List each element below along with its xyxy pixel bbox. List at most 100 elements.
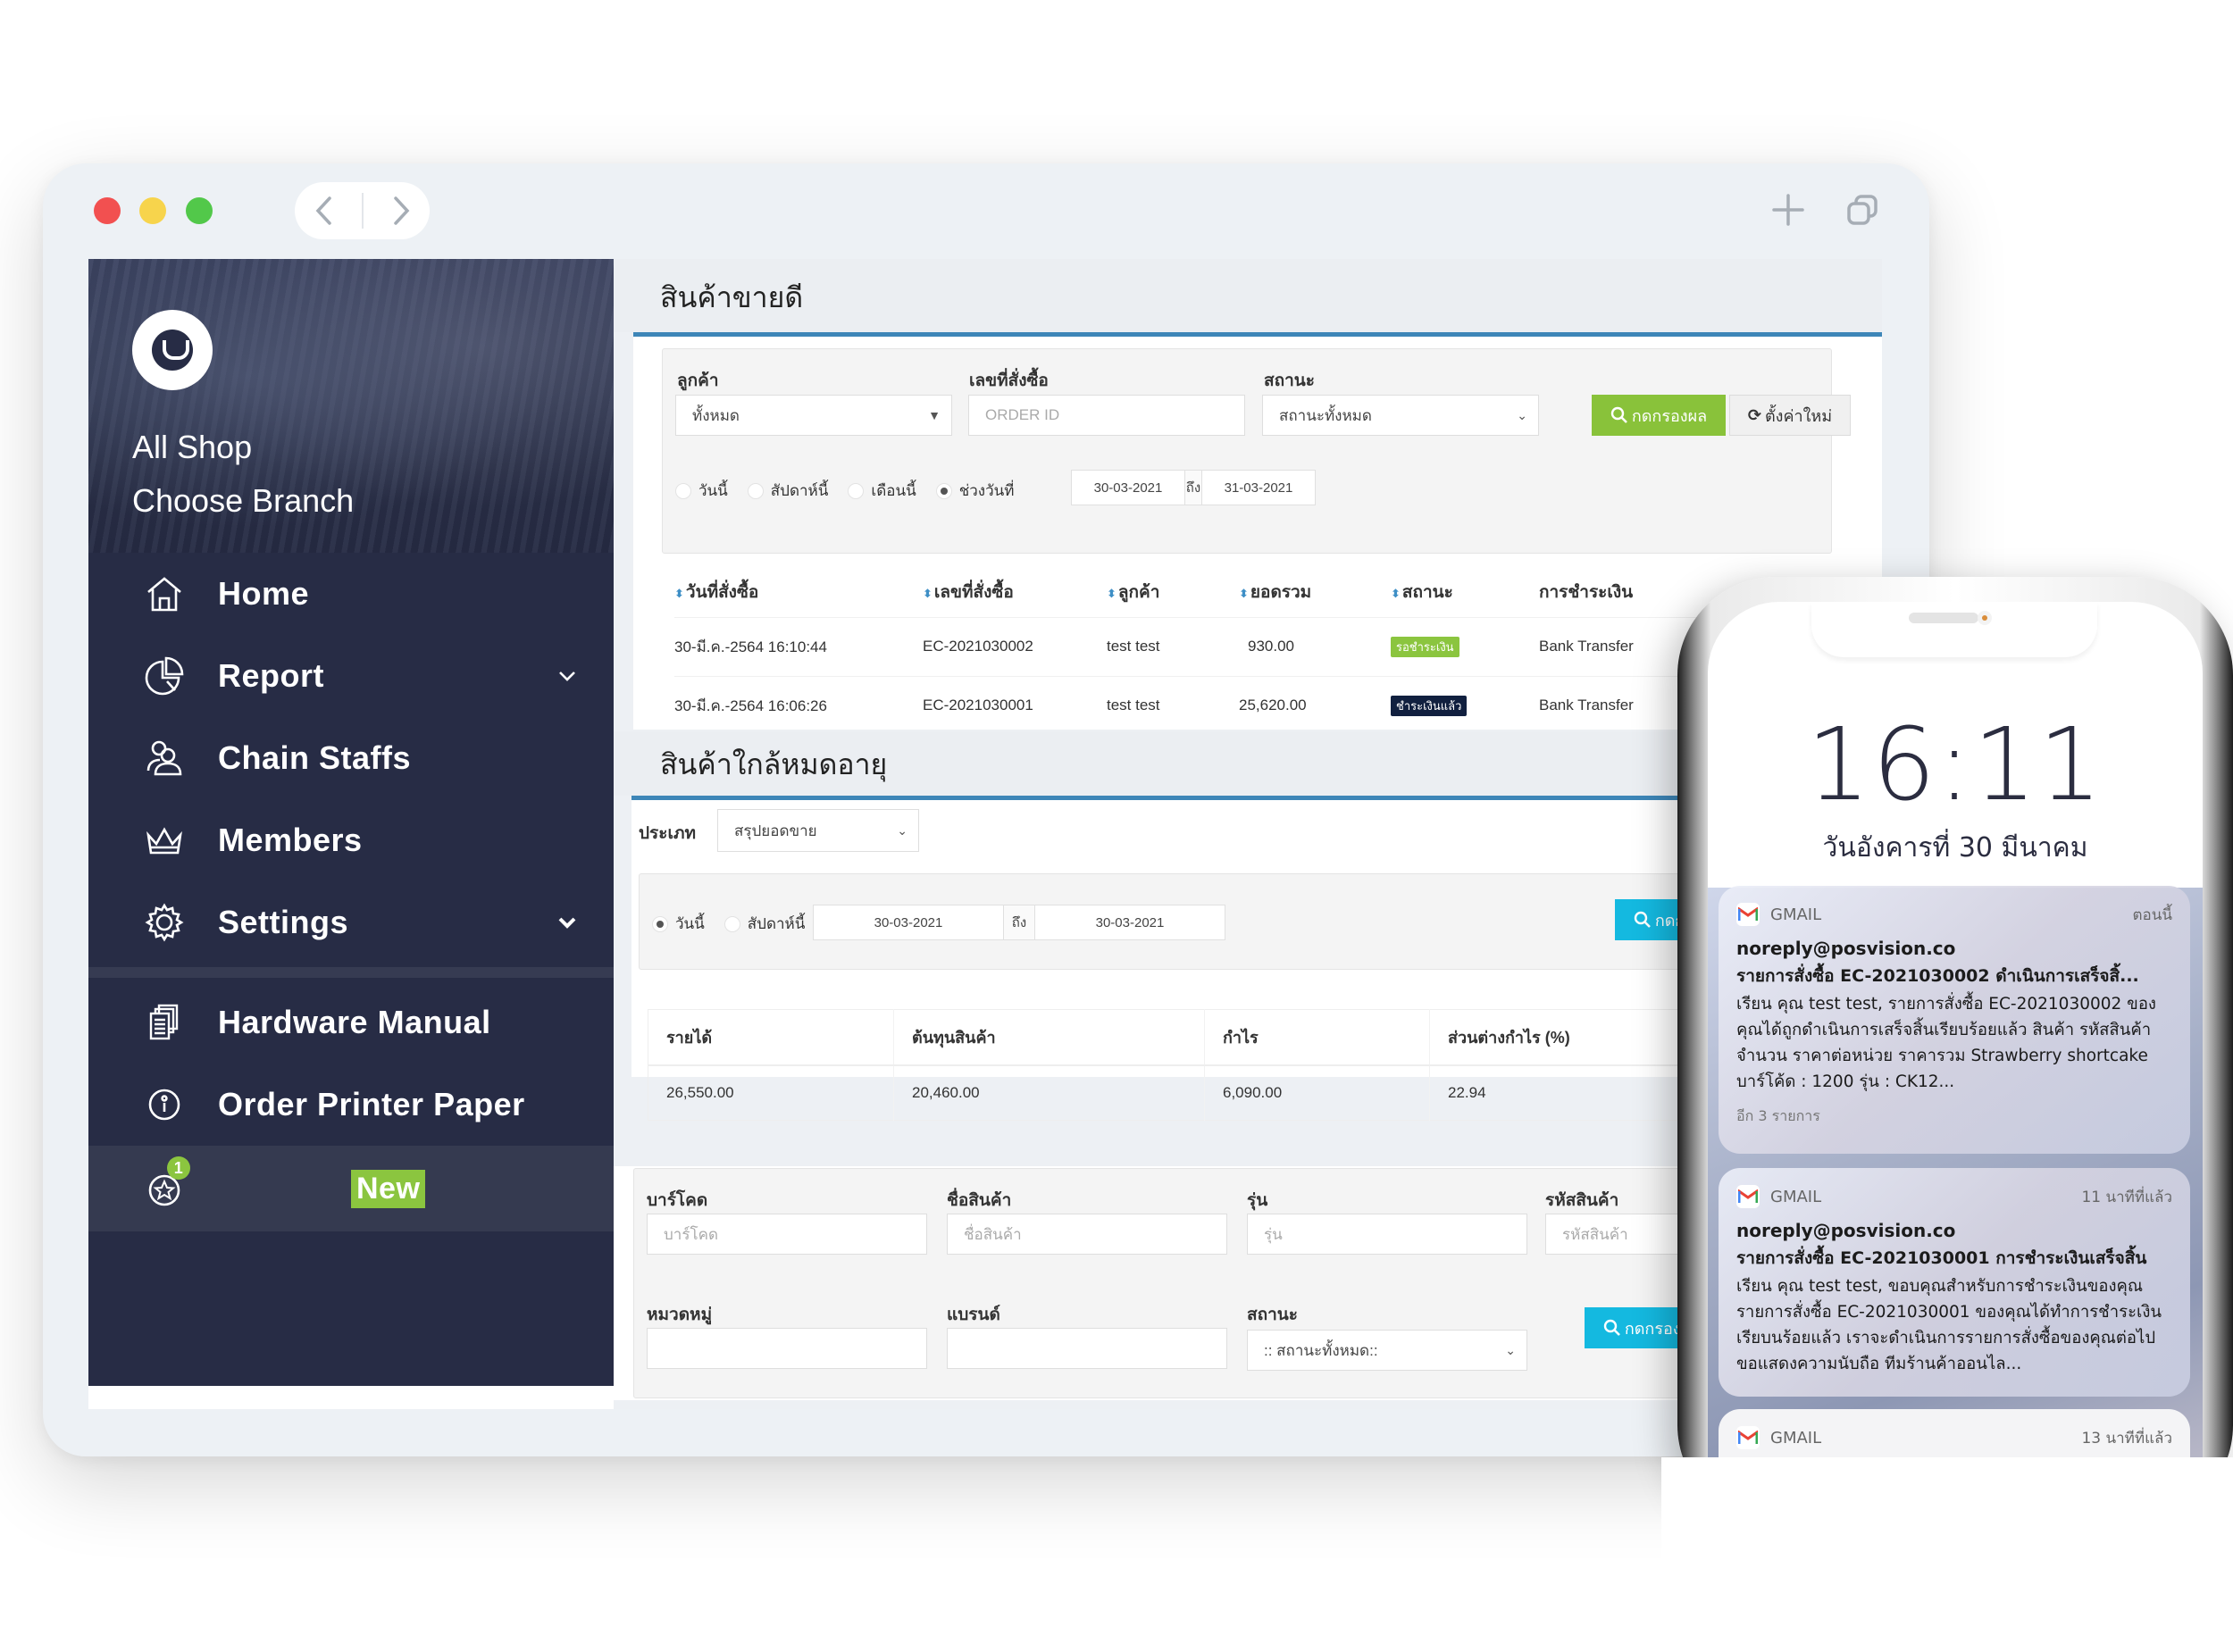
cell-status: รอชำระเงิน — [1391, 616, 1539, 676]
sidebar-item-home[interactable]: Home — [88, 553, 614, 635]
range-option-today[interactable]: วันนี้ — [652, 912, 705, 936]
date-to-label: ถึง — [1003, 905, 1035, 939]
caret-down-icon: ▼ — [928, 408, 941, 422]
radio-selected[interactable] — [652, 915, 668, 932]
copy-icon — [1847, 195, 1878, 225]
product-status-select[interactable]: :: สถานะทั้งหมด:: ⌄ — [1247, 1330, 1527, 1371]
status-select[interactable]: สถานะทั้งหมด ⌄ — [1262, 395, 1539, 436]
reset-button[interactable]: ⟳ ตั้งค่าใหม่ — [1729, 395, 1851, 436]
status-label: สถานะ — [1264, 371, 1315, 390]
range-option-custom[interactable]: ช่วงวันที่ — [935, 479, 1014, 503]
date-from-input[interactable]: 30-03-2021 — [1072, 471, 1184, 505]
radio-selected[interactable] — [935, 482, 952, 499]
sidebar-item-order-printer-paper[interactable]: Order Printer Paper — [88, 1064, 614, 1146]
notification-subject: รายการสั่งซื้อ EC-2021030002 ดำเนินการเส… — [1736, 966, 2139, 986]
radio[interactable] — [848, 482, 865, 499]
notification-body: เรียน คุณ test test, รายการสั่งซื้อ EC-2… — [1736, 995, 2156, 1091]
sidebar-item-label: Hardware Manual — [218, 1004, 491, 1040]
gmail-icon — [1736, 1185, 1760, 1208]
chevron-left-icon — [315, 196, 331, 225]
minimize-window-button[interactable] — [139, 197, 166, 224]
type-select-value: สรุปยอดขาย — [734, 822, 817, 839]
sidebar-item-members[interactable]: Members — [88, 799, 614, 881]
range-option-week[interactable]: สัปดาห์นี้ — [723, 912, 806, 936]
cell-order-no[interactable]: EC-2021030001 — [923, 675, 1107, 735]
app-logo[interactable] — [132, 310, 213, 390]
sort-icon: ⬍ — [1239, 586, 1249, 600]
choose-branch-link[interactable]: Choose Branch — [132, 482, 354, 520]
column-header-status[interactable]: ⬍ สถานะ — [1391, 567, 1539, 617]
notification-subject: รายการสั่งซื้อ EC-2021030001 การชำระเงิน… — [1736, 1248, 2147, 1268]
column-header-customer[interactable]: ⬍ ลูกค้า — [1107, 567, 1239, 617]
chevron-down-icon[interactable] — [555, 910, 580, 935]
range-option-month[interactable]: เดือนนี้ — [848, 479, 916, 503]
maximize-window-button[interactable] — [186, 197, 213, 224]
documents-icon — [142, 1000, 187, 1045]
search-icon — [1603, 1319, 1620, 1336]
range-option-week[interactable]: สัปดาห์นี้ — [747, 479, 828, 503]
customer-select[interactable]: ทั้งหมด ▼ — [675, 395, 952, 436]
sidebar-item-new[interactable]: 1 New — [88, 1146, 614, 1231]
radio[interactable] — [675, 482, 691, 499]
navigation-buttons — [295, 182, 430, 239]
crown-icon — [142, 818, 187, 863]
search-icon — [1634, 911, 1651, 928]
expiring-title: สินค้าใกล้หมดอายุ — [660, 748, 888, 780]
sort-icon: ⬍ — [674, 586, 684, 600]
notification-card[interactable]: GMAIL ตอนนี้ noreply@posvision.co รายการ… — [1719, 886, 2190, 1154]
date-from-input[interactable]: 30-03-2021 — [814, 905, 1003, 939]
table-header-row: ⬍ วันที่สั่งซื้อ ⬍ เลขที่สั่งซื้อ ⬍ ลูกค้า … — [674, 567, 1853, 617]
model-input[interactable]: รุ่น — [1247, 1214, 1527, 1255]
notification-body: เรียน คุณ test test, ขอบคุณสำหรับการชำระ… — [1736, 1277, 2162, 1373]
status-badge: รอชำระเงิน — [1391, 636, 1459, 657]
filter-button-label: กดกรองผล — [1631, 406, 1708, 425]
type-select[interactable]: สรุปยอดขาย ⌄ — [717, 809, 919, 852]
cell-order-no[interactable]: EC-2021030002 — [923, 616, 1107, 676]
sidebar-item-chain-staffs[interactable]: Chain Staffs — [88, 717, 614, 799]
forward-button[interactable] — [384, 193, 420, 229]
radio-label: สัปดาห์นี้ — [747, 915, 806, 932]
category-input[interactable] — [647, 1328, 927, 1369]
column-header-total[interactable]: ⬍ ยอดรวม — [1239, 567, 1391, 617]
chevron-down-icon[interactable] — [555, 663, 580, 688]
close-window-button[interactable] — [94, 197, 121, 224]
gmail-icon — [1736, 1426, 1760, 1449]
column-label: ยอดรวม — [1250, 582, 1312, 602]
notification-more-count[interactable]: อีก 3 รายการ — [1736, 1106, 2172, 1128]
sidebar-item-report[interactable]: Report — [88, 635, 614, 717]
sidebar-item-settings[interactable]: Settings — [88, 881, 614, 964]
smile-logo-icon — [152, 330, 193, 371]
radio[interactable] — [723, 915, 740, 932]
cell-date: 30-มี.ค.-2564 16:06:26 — [674, 675, 923, 735]
filter-button[interactable]: กดกรองผล — [1592, 395, 1726, 436]
cell-customer: test test — [1107, 616, 1239, 676]
table-row[interactable]: 30-มี.ค.-2564 16:10:44 EC-2021030002 tes… — [674, 616, 1853, 676]
table-row[interactable]: 30-มี.ค.-2564 16:06:26 EC-2021030001 tes… — [674, 675, 1853, 735]
bestsellers-range-options: วันนี้ สัปดาห์นี้ เดือนนี้ ช่วงวันที่ — [675, 479, 1033, 503]
product-code-label: รหัสสินค้า — [1545, 1191, 1619, 1210]
column-header-order-no[interactable]: ⬍ เลขที่สั่งซื้อ — [923, 567, 1107, 617]
date-to-input[interactable]: 31-03-2021 — [1202, 471, 1315, 505]
product-name-input[interactable]: ชื่อสินค้า — [947, 1214, 1227, 1255]
sidebar-item-hardware-manual[interactable]: Hardware Manual — [88, 981, 614, 1064]
radio-label: เดือนนี้ — [871, 482, 916, 499]
windows-button[interactable] — [1843, 190, 1882, 229]
status-select-value: สถานะทั้งหมด — [1279, 406, 1372, 424]
notification-card[interactable]: GMAIL 11 นาทีที่แล้ว noreply@posvision.c… — [1719, 1168, 2190, 1397]
radio[interactable] — [747, 482, 764, 499]
cell-status: ชำระเงินแล้ว — [1391, 675, 1539, 735]
order-id-input[interactable]: ORDER ID — [968, 395, 1245, 436]
brand-input[interactable] — [947, 1328, 1227, 1369]
column-label: สถานะ — [1401, 582, 1453, 602]
notification-sender: noreply@posvision.co — [1736, 1220, 1956, 1241]
new-tab-button[interactable] — [1769, 190, 1808, 229]
reset-button-label: ตั้งค่าใหม่ — [1764, 406, 1833, 425]
column-header-date[interactable]: ⬍ วันที่สั่งซื้อ — [674, 567, 923, 617]
cell-cost: 20,460.00 — [893, 1064, 1205, 1121]
cell-profit: 6,090.00 — [1204, 1064, 1430, 1121]
date-to-input[interactable]: 30-03-2021 — [1035, 905, 1225, 939]
home-icon — [142, 572, 187, 616]
back-button[interactable] — [305, 193, 341, 229]
range-option-today[interactable]: วันนี้ — [675, 479, 728, 503]
barcode-input[interactable]: บาร์โคด — [647, 1214, 927, 1255]
